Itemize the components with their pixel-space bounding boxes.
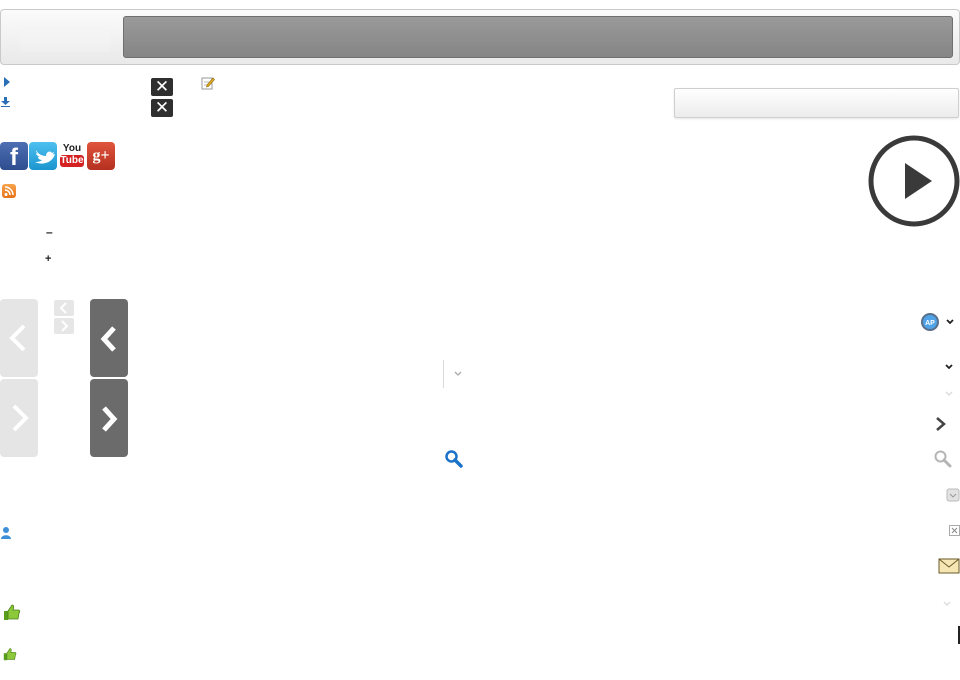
close-box-icon[interactable] xyxy=(949,525,960,536)
play-arrow-icon[interactable] xyxy=(4,77,10,87)
chevron-down-icon[interactable] xyxy=(944,390,954,398)
facebook-icon[interactable]: f xyxy=(0,142,28,170)
envelope-icon[interactable] xyxy=(938,558,960,574)
thumbs-up-icon[interactable] xyxy=(3,647,17,661)
youtube-you: You xyxy=(62,143,82,154)
chevron-right-icon xyxy=(61,320,69,332)
chevron-down-icon[interactable] xyxy=(942,600,952,608)
chevron-right-icon xyxy=(12,404,29,432)
close-icon: ✕ xyxy=(154,77,170,96)
download-icon[interactable] xyxy=(1,97,10,107)
search-icon[interactable] xyxy=(444,449,464,469)
google-plus-label: g+ xyxy=(92,147,110,164)
chevron-down-icon[interactable] xyxy=(944,363,954,371)
search-box[interactable] xyxy=(674,88,959,118)
slider-next-button[interactable] xyxy=(90,379,128,457)
close-icon: ✕ xyxy=(154,98,170,117)
plus-icon[interactable]: + xyxy=(45,253,51,265)
mini-prev-button[interactable] xyxy=(54,300,74,316)
minus-icon[interactable]: – xyxy=(46,225,53,239)
carousel-prev-button[interactable] xyxy=(0,299,38,377)
thumbs-up-icon[interactable] xyxy=(3,603,21,621)
app-badge-icon[interactable]: AP xyxy=(920,312,940,332)
carousel-next-button[interactable] xyxy=(0,379,38,457)
chevron-left-icon xyxy=(59,302,67,314)
close-button[interactable]: ✕ xyxy=(151,99,173,117)
chevron-left-icon xyxy=(100,326,116,352)
user-icon[interactable] xyxy=(0,526,12,539)
twitter-icon[interactable] xyxy=(29,142,57,170)
youtube-icon[interactable]: You Tube xyxy=(58,142,86,170)
checkbox-icon[interactable] xyxy=(946,488,960,502)
mini-next-button[interactable] xyxy=(54,318,74,334)
facebook-letter: f xyxy=(10,144,18,170)
chevron-down-icon[interactable] xyxy=(453,370,463,378)
chevron-right-icon[interactable] xyxy=(934,416,948,432)
chevron-left-icon xyxy=(9,324,26,352)
chevron-right-icon xyxy=(102,406,118,432)
play-circle-icon[interactable] xyxy=(868,135,960,227)
chevron-down-icon[interactable] xyxy=(945,318,955,326)
close-button[interactable]: ✕ xyxy=(151,78,173,96)
select-divider xyxy=(443,360,444,388)
edit-icon[interactable] xyxy=(201,76,215,90)
header-faint-logo xyxy=(20,30,110,52)
search-icon[interactable] xyxy=(933,449,953,469)
svg-text:AP: AP xyxy=(925,320,935,327)
slider-prev-button[interactable] xyxy=(90,299,128,377)
youtube-tube: Tube xyxy=(60,155,84,167)
header-title-field[interactable] xyxy=(123,16,953,58)
google-plus-icon[interactable]: g+ xyxy=(87,142,115,170)
rss-icon[interactable] xyxy=(2,184,16,198)
